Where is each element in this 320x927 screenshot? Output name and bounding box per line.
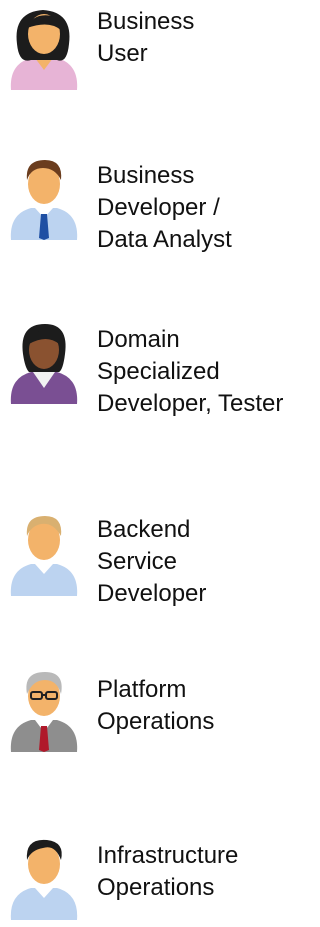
- role-label: Infrastructure Operations: [97, 840, 238, 904]
- label-line: Developer, Tester: [97, 390, 284, 417]
- label-line: Developer /: [97, 194, 220, 221]
- role-label: Business User: [97, 6, 194, 70]
- label-line: Business: [97, 8, 195, 35]
- infrastructure-operations-icon: [3, 834, 85, 920]
- platform-operations-icon: [3, 666, 85, 752]
- label-line: User: [97, 40, 148, 67]
- role-label: Platform Operations: [97, 674, 214, 738]
- business-developer-icon: [3, 154, 85, 240]
- role-label: Backend Service Developer: [97, 514, 206, 610]
- label-line: Data Analyst: [97, 226, 232, 253]
- label-line: Platform: [97, 676, 187, 703]
- label-line: Service: [97, 548, 178, 575]
- business-user-icon: [3, 4, 85, 90]
- label-line: Operations: [97, 708, 215, 735]
- label-line: Infrastructure: [97, 842, 239, 869]
- label-line: Operations: [97, 874, 215, 901]
- label-line: Backend: [97, 516, 191, 543]
- label-line: Specialized: [97, 358, 220, 385]
- label-line: Business: [97, 162, 195, 189]
- backend-developer-icon: [3, 510, 85, 596]
- domain-developer-icon: [3, 318, 85, 404]
- label-line: Developer: [97, 580, 207, 607]
- role-label: Domain Specialized Developer, Tester: [97, 324, 283, 420]
- label-line: Domain: [97, 326, 180, 353]
- role-label: Business Developer / Data Analyst: [97, 160, 232, 256]
